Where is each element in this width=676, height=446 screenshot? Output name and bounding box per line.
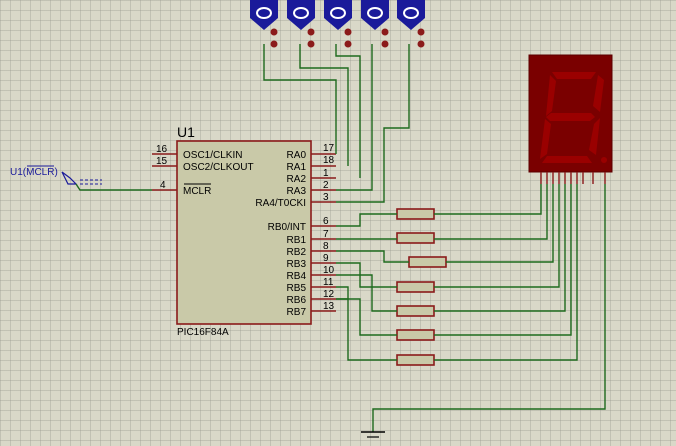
resistor-3 [408, 256, 447, 268]
chip-ref: U1 [177, 124, 195, 140]
pin-num-1: 1 [323, 168, 329, 179]
pin-label-ra0: RA0 [287, 150, 307, 161]
pin-num-3: 3 [323, 192, 329, 203]
pin-label-rb2: RB2 [287, 247, 307, 258]
switch-2[interactable] [287, 0, 315, 48]
mclr-terminal-label: U1(MCLR) [10, 167, 58, 178]
resistor-4 [396, 281, 435, 293]
resistor-7 [396, 354, 435, 366]
switch-3[interactable] [324, 0, 352, 48]
pin-num-12: 12 [323, 289, 335, 300]
pin-num-4: 4 [160, 180, 166, 191]
pin-num-15: 15 [156, 156, 168, 167]
resistor-5 [396, 305, 435, 317]
switch-buttons[interactable] [250, 0, 425, 48]
pin-num-8: 8 [323, 241, 329, 252]
chip-part: PIC16F84A [177, 327, 229, 338]
mclr-terminal[interactable]: U1(MCLR) [10, 165, 152, 191]
pin-num-13: 13 [323, 301, 335, 312]
pin-num-7: 7 [323, 229, 329, 240]
pin-num-17: 17 [323, 143, 335, 154]
pin-num-18: 18 [323, 155, 335, 166]
switch-5[interactable] [397, 0, 425, 48]
pin-label-rb6: RB6 [287, 295, 307, 306]
pin-num-2: 2 [323, 180, 329, 191]
pin-label-rb1: RB1 [287, 235, 307, 246]
switch-4[interactable] [361, 0, 389, 48]
pin-label-rb5: RB5 [287, 283, 307, 294]
schematic: U1 PIC16F84A 16 15 4 OSC1/CLKIN OSC2/CLK… [10, 0, 613, 438]
resistor-1 [396, 208, 435, 220]
pin-num-6: 6 [323, 216, 329, 227]
pin-num-11: 11 [323, 277, 334, 288]
pin-label-mclr: MCLR [183, 186, 211, 197]
pin-label-rb3: RB3 [287, 259, 307, 270]
pin-label-osc2: OSC2/CLKOUT [183, 162, 254, 173]
pin-num-16: 16 [156, 144, 168, 155]
pin-label-ra1: RA1 [287, 162, 307, 173]
pin-num-9: 9 [323, 253, 329, 264]
portb-wires [336, 184, 578, 361]
pin-label-ra3: RA3 [287, 186, 307, 197]
pin-label-osc1: OSC1/CLKIN [183, 150, 242, 161]
pin-num-10: 10 [323, 265, 335, 276]
terminal-icon [61, 171, 78, 185]
pin-label-rb0: RB0/INT [268, 222, 306, 233]
pin-label-ra2: RA2 [287, 174, 307, 185]
seven-segment-display[interactable] [528, 54, 613, 184]
pin-label-rb4: RB4 [287, 271, 307, 282]
pin-label-ra4: RA4/T0CKI [255, 198, 306, 209]
resistor-2 [396, 232, 435, 244]
display-pins [540, 172, 606, 184]
schematic-canvas[interactable]: U1 PIC16F84A 16 15 4 OSC1/CLKIN OSC2/CLK… [0, 0, 676, 446]
pin-label-rb7: RB7 [287, 307, 307, 318]
resistor-6 [396, 329, 435, 341]
switch-1[interactable] [250, 0, 278, 48]
